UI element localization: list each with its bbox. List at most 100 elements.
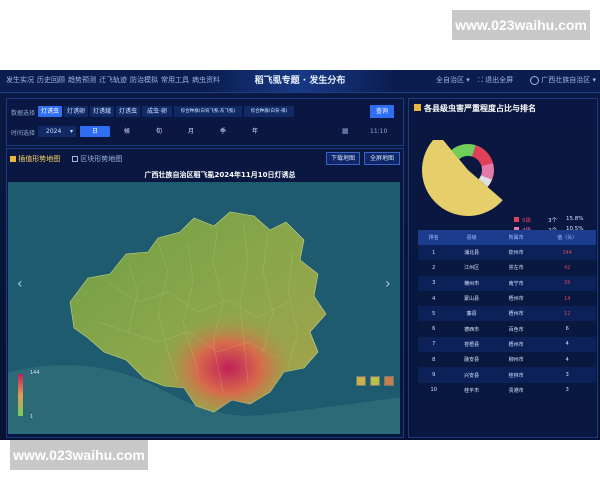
legend-max-label: 144	[30, 370, 40, 376]
table-row[interactable]: 5 藤县 梧州市 12	[418, 306, 596, 322]
cell-city: 梧州市	[493, 306, 539, 322]
cell-county: 浦北县	[449, 245, 494, 261]
cell-rank: 2	[418, 260, 450, 276]
cell-city: 贵港市	[493, 382, 539, 398]
chip-light-moth[interactable]: 灯诱蛾	[90, 106, 114, 117]
table-row[interactable]: 6 德西市 百色市 6	[418, 321, 596, 337]
calendar-icon[interactable]: ▦	[342, 127, 349, 135]
user-menu[interactable]: 广西壮族自治区 ▾	[530, 75, 596, 85]
chevron-down-icon: ▾	[69, 128, 73, 135]
cell-county: 融安县	[449, 352, 494, 368]
chip-light-insect-2[interactable]: 灯诱虫	[116, 106, 140, 117]
cell-city: 崇左市	[493, 260, 539, 276]
table-row[interactable]: 3 横州市 南宁市 35	[418, 275, 596, 291]
nav-item-tools[interactable]: 常用工具	[161, 75, 189, 85]
tab-interpolation-map[interactable]: 插值形势地图	[10, 154, 60, 164]
search-button[interactable]: 查询	[370, 105, 394, 118]
cell-city: 百色市	[493, 321, 539, 337]
cell-rank: 3	[418, 275, 450, 291]
cell-value: 4	[538, 352, 596, 368]
chevron-down-icon: ▾	[592, 76, 596, 84]
chip-day[interactable]: 日	[80, 126, 110, 137]
col-value-header: 值（头）	[538, 230, 596, 245]
table-row[interactable]: 7 苍梧县 梧州市 4	[418, 336, 596, 353]
guangxi-heatmap	[8, 182, 400, 434]
fullscreen-map-button[interactable]: 全屏地图	[364, 152, 400, 165]
fullscreen-button[interactable]: ⛶ 退出全屏	[478, 75, 513, 85]
cell-value: 12	[538, 306, 596, 322]
legend-min-label: 1	[30, 414, 34, 420]
chip-season[interactable]: 季	[210, 126, 236, 137]
region-select[interactable]: 全自治区 ▾	[436, 75, 470, 85]
tab-block-map[interactable]: 区块形势地图	[72, 154, 122, 164]
col-rank-header: 排名	[418, 230, 450, 245]
cell-county: 横州市	[449, 275, 494, 291]
pie-slice[interactable]	[472, 145, 494, 167]
cell-city: 钦州市	[493, 245, 539, 261]
cell-value: 14	[538, 290, 596, 307]
top-nav: 发生实况 历史回顾 趋势预测 迁飞轨迹 防治模拟 常用工具 病虫资料 稻飞虱专题…	[0, 70, 600, 93]
table-row[interactable]: 2 江州区 崇左市 42	[418, 260, 596, 276]
cell-county: 兴安县	[449, 367, 494, 383]
time-value[interactable]: 11:10	[370, 128, 387, 135]
table-row[interactable]: 10 桂平市 贵港市 3	[418, 382, 596, 398]
map-icon	[10, 156, 16, 162]
cell-county: 蒙山县	[449, 290, 494, 307]
ranking-panel-title: 各县级虫害严重程度占比与排名	[424, 104, 536, 113]
nav-item-forecast[interactable]: 趋势预测	[68, 75, 96, 85]
chip-combined-2[interactable]: 综合种群(白背·褐)	[244, 106, 294, 117]
legend-gradient-bar	[18, 374, 23, 416]
cell-county: 桂平市	[449, 382, 494, 398]
legend-count: 3个	[548, 218, 557, 224]
time-select-label: 时间选择	[11, 130, 36, 137]
cell-rank: 7	[418, 336, 450, 353]
map-title: 广西壮族自治区稻飞虱2024年11月10日灯诱总	[144, 171, 296, 179]
table-header-row: 排名 县级 所属市 值（头）	[418, 230, 596, 245]
table-row[interactable]: 1 浦北县 钦州市 144	[418, 245, 596, 261]
cell-rank: 4	[418, 290, 450, 307]
map-layer-icon-3[interactable]	[384, 376, 394, 386]
avatar-icon	[530, 75, 539, 85]
cell-city: 柳州市	[493, 352, 539, 368]
cell-rank: 5	[418, 306, 450, 322]
cell-city: 梧州市	[493, 336, 539, 353]
cell-value: 35	[538, 275, 596, 291]
chevron-down-icon: ▾	[466, 76, 470, 84]
year-select[interactable]: 2024 ▾	[38, 126, 76, 137]
nav-item-simulation[interactable]: 防治模拟	[130, 75, 158, 85]
chip-adult-egg[interactable]: 成虫·卵	[142, 106, 172, 117]
legend-swatch	[514, 217, 519, 222]
cell-rank: 8	[418, 352, 450, 368]
col-city-header: 所属市	[493, 230, 539, 245]
cell-city: 桂林市	[493, 367, 539, 383]
chevron-left-icon[interactable]: ‹	[17, 276, 23, 292]
chip-dekad[interactable]: 旬	[146, 126, 172, 137]
chip-pentad[interactable]: 候	[114, 126, 140, 137]
map-icon	[72, 156, 78, 162]
chip-light-insect[interactable]: 灯诱虫	[38, 106, 62, 117]
cell-rank: 10	[418, 382, 450, 398]
table-row[interactable]: 4 蒙山县 梧州市 14	[418, 290, 596, 307]
table-row[interactable]: 8 融安县 柳州市 4	[418, 352, 596, 368]
chip-light-egg[interactable]: 灯诱卵	[64, 106, 88, 117]
dashboard-screen: 发生实况 历史回顾 趋势预测 迁飞轨迹 防治模拟 常用工具 病虫资料 稻飞虱专题…	[0, 70, 600, 440]
chip-month[interactable]: 月	[178, 126, 204, 137]
download-map-button[interactable]: 下载地图	[326, 152, 360, 165]
cell-rank: 6	[418, 321, 450, 337]
nav-item-realtime[interactable]: 发生实况	[6, 75, 34, 85]
cell-value: 3	[538, 382, 596, 398]
map-layer-icon-2[interactable]	[370, 376, 380, 386]
chip-combined-1[interactable]: 综合种群(白背飞虱·灰飞虱)	[174, 106, 242, 117]
map-layer-icon-1[interactable]	[356, 376, 366, 386]
chip-year[interactable]: 年	[242, 126, 268, 137]
table-row[interactable]: 9 兴安县 桂林市 3	[418, 367, 596, 383]
legend-pct: 15.8%	[566, 216, 584, 222]
cell-rank: 9	[418, 367, 450, 383]
cell-value: 144	[538, 245, 596, 261]
nav-item-migration[interactable]: 迁飞轨迹	[99, 75, 127, 85]
fullscreen-icon: ⛶	[478, 76, 483, 84]
ranking-table: 排名 县级 所属市 值（头） 1 浦北县 钦州市 144 2 江州区 崇左市 42 3 横州市 南宁…	[418, 230, 596, 398]
chevron-right-icon[interactable]: ›	[385, 276, 391, 292]
cell-rank: 1	[418, 245, 450, 261]
nav-item-history[interactable]: 历史回顾	[37, 75, 65, 85]
